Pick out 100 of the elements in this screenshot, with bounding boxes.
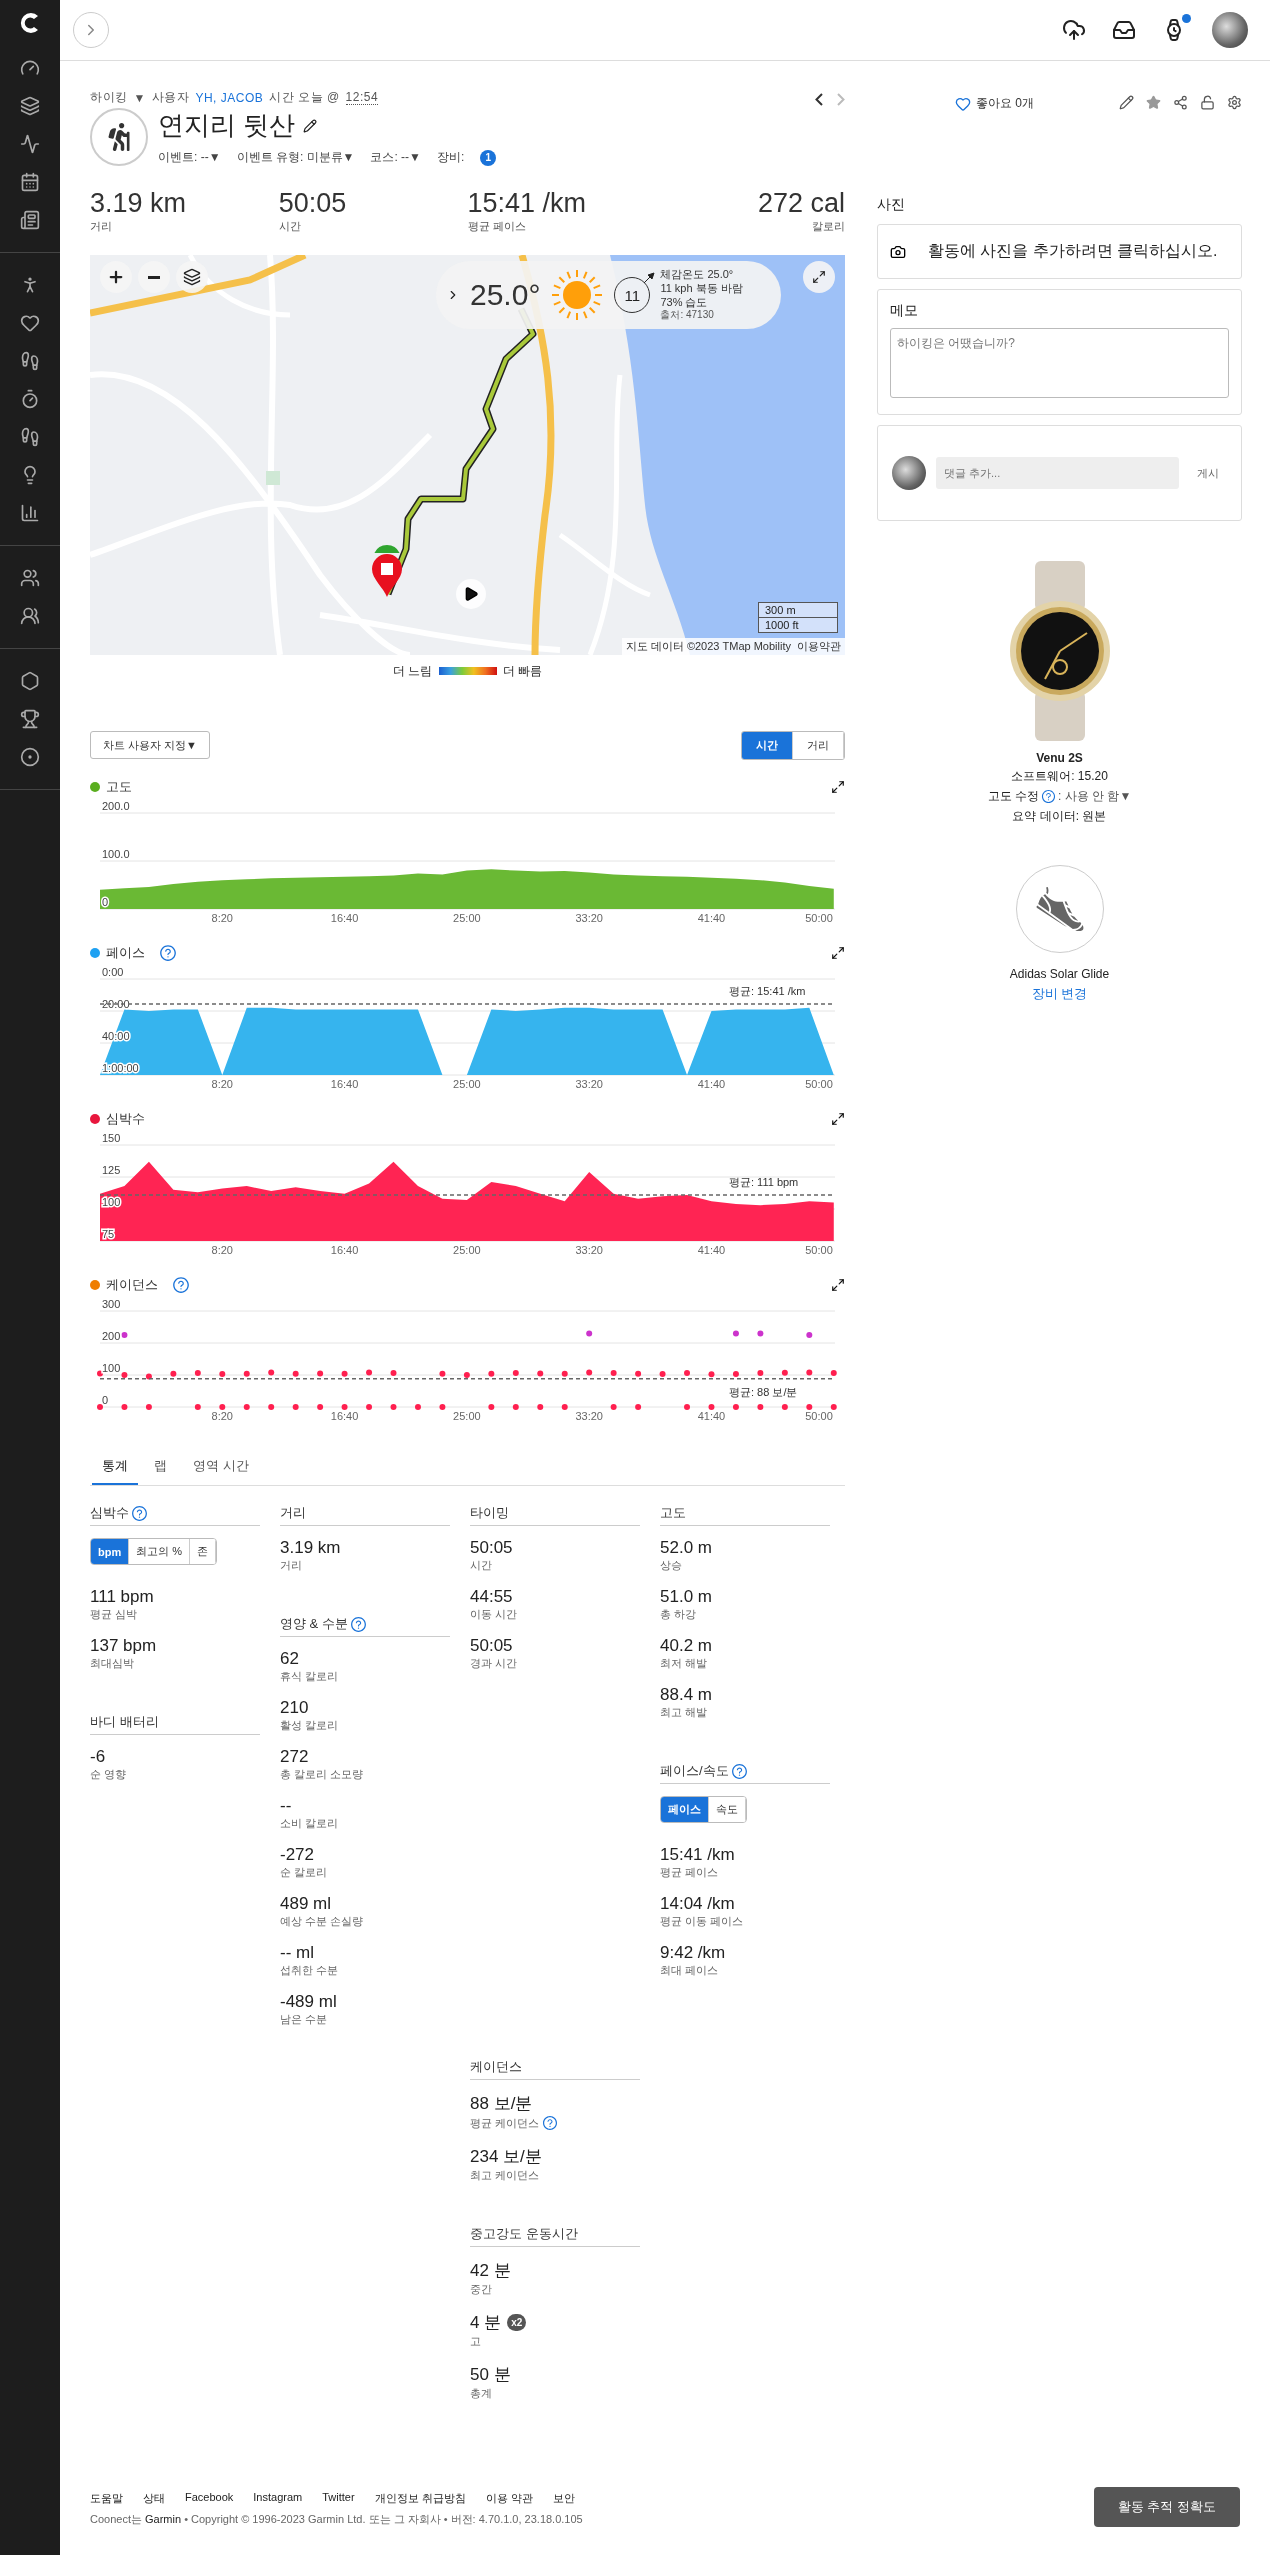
- data-point: [586, 1330, 593, 1337]
- stat-label: 시간: [470, 1558, 492, 1573]
- help-icon[interactable]: [159, 944, 177, 962]
- stopwatch-icon[interactable]: [20, 389, 40, 409]
- data-point: [806, 1332, 813, 1338]
- equipment-count[interactable]: 1: [480, 149, 497, 166]
- footer-link[interactable]: Instagram: [253, 2491, 303, 2506]
- section-title: 심박수: [90, 1504, 129, 1522]
- start-time[interactable]: 12:54: [345, 90, 379, 105]
- help-icon[interactable]: [172, 1276, 190, 1294]
- unlock-icon[interactable]: [1200, 95, 1215, 110]
- unit-toggle[interactable]: 페이스: [661, 1797, 709, 1822]
- help-icon[interactable]: [730, 1762, 748, 1780]
- section-title: 바디 배터리: [90, 1713, 159, 1731]
- help-icon[interactable]: [542, 2115, 559, 2131]
- meta-dropdown[interactable]: 이벤트 유형: 미분류▼: [236, 149, 355, 166]
- customize-charts-button[interactable]: 차트 사용자 지정▼: [90, 731, 210, 759]
- expand-icon[interactable]: [831, 780, 845, 794]
- stats-tab[interactable]: 영역 시간: [183, 1449, 259, 1485]
- axis-toggle[interactable]: 시간: [742, 731, 793, 759]
- stats-tab[interactable]: 통계: [92, 1449, 138, 1485]
- axis-label: 50:00: [805, 912, 833, 924]
- stats-tab[interactable]: 랩: [144, 1449, 177, 1485]
- footer-link[interactable]: 보안: [552, 2491, 575, 2506]
- user-link[interactable]: YH, JACOB: [195, 90, 264, 105]
- accuracy-button[interactable]: 활동 추적 정확도: [1093, 2487, 1240, 2527]
- upload-cloud-icon[interactable]: [1062, 18, 1086, 42]
- terms-link[interactable]: 이용약관: [797, 639, 841, 654]
- data-point: [512, 1404, 519, 1410]
- footer-link[interactable]: 이용 약관: [485, 2491, 533, 2506]
- expand-icon[interactable]: [831, 1278, 845, 1292]
- footer-link[interactable]: Facebook: [185, 2491, 234, 2506]
- star-icon[interactable]: [1146, 95, 1161, 110]
- footer-link[interactable]: 개인정보 취급방침: [374, 2491, 466, 2506]
- end-marker[interactable]: [371, 553, 403, 597]
- data-point: [561, 1370, 568, 1377]
- footer-link[interactable]: 상태: [143, 2491, 165, 2506]
- calendar-icon[interactable]: [20, 172, 40, 192]
- average-label: 평균: 111 bpm: [728, 1174, 800, 1190]
- expand-icon: [812, 270, 826, 284]
- people-icon[interactable]: [20, 568, 40, 588]
- heart-icon[interactable]: [20, 313, 40, 333]
- help-icon[interactable]: [349, 1615, 367, 1633]
- elevation-dropdown[interactable]: : 사용 안 함▼: [1058, 788, 1132, 805]
- memo-field[interactable]: 하이킹은 어땠습니까?: [890, 328, 1229, 398]
- inbox-icon[interactable]: [1112, 18, 1136, 42]
- data-point: [684, 1404, 690, 1410]
- stat-label: 경과 시간: [470, 1656, 518, 1671]
- trophy-icon[interactable]: [20, 709, 40, 729]
- avatar[interactable]: [1212, 12, 1248, 48]
- previous-button[interactable]: [815, 93, 823, 106]
- expand-icon[interactable]: [831, 946, 845, 960]
- axis-label: 200: [102, 1330, 121, 1342]
- like-button[interactable]: 좋아요 0개: [955, 95, 1034, 112]
- newspaper-icon[interactable]: [20, 210, 40, 230]
- unit-toggle[interactable]: bpm: [91, 1539, 130, 1564]
- help-icon[interactable]: [131, 1504, 148, 1522]
- share-icon[interactable]: [1173, 95, 1188, 110]
- group-icon[interactable]: [20, 606, 40, 626]
- post-button[interactable]: 게시: [1189, 465, 1227, 481]
- meta-dropdown[interactable]: 코스: --▼: [370, 149, 421, 166]
- data-point: [97, 1404, 103, 1410]
- data-point: [537, 1370, 544, 1377]
- data-point: [341, 1370, 348, 1377]
- stat-value: -- ml: [280, 1943, 314, 1963]
- help-icon[interactable]: [1041, 789, 1057, 804]
- layers-icon[interactable]: [20, 96, 40, 116]
- data-point: [708, 1371, 715, 1378]
- start-marker[interactable]: [373, 545, 401, 553]
- data-point: [488, 1370, 495, 1377]
- axis-label: 50:00: [805, 1244, 833, 1256]
- stat-label: 최고 케이던스: [470, 2168, 540, 2183]
- footer-link[interactable]: Twitter: [322, 2491, 355, 2506]
- meta-dropdown[interactable]: 이벤트: --▼: [158, 149, 221, 166]
- gauge-icon[interactable]: [20, 58, 40, 78]
- target-icon[interactable]: [20, 747, 40, 767]
- edit-icon[interactable]: [303, 118, 318, 133]
- stat-value: 88.4 m: [660, 1685, 712, 1705]
- settings-icon[interactable]: [1227, 95, 1242, 110]
- axis-label: 125: [102, 1164, 121, 1176]
- stat-value: -272: [280, 1845, 315, 1865]
- data-point: [512, 1370, 519, 1377]
- expand-icon[interactable]: [831, 1112, 845, 1126]
- wind-speed: 11: [624, 286, 641, 304]
- sun-icon: [550, 268, 605, 322]
- pulse-line-icon[interactable]: [20, 134, 40, 154]
- equipment-label: 장비:: [437, 149, 465, 166]
- footer-link[interactable]: 도움말: [90, 2491, 123, 2506]
- comment-field[interactable]: 댓글 추가...: [936, 457, 1179, 489]
- edit-icon[interactable]: [1119, 95, 1134, 110]
- type-caret[interactable]: ▼: [133, 90, 146, 105]
- footprints-icon[interactable]: [20, 351, 40, 371]
- chart-title: 심박수: [106, 1110, 145, 1128]
- add-photo-button[interactable]: 활동에 사진을 추가하려면 클릭하십시오.: [877, 224, 1242, 279]
- change-gear-link[interactable]: 장비 변경: [877, 985, 1242, 1003]
- hexagon-icon[interactable]: [20, 671, 40, 691]
- bar-chart-icon[interactable]: [20, 503, 40, 523]
- stat-label: 거리: [280, 1558, 302, 1573]
- stat-value: 44:55: [470, 1587, 513, 1607]
- axis-label: 8:20: [211, 1244, 233, 1256]
